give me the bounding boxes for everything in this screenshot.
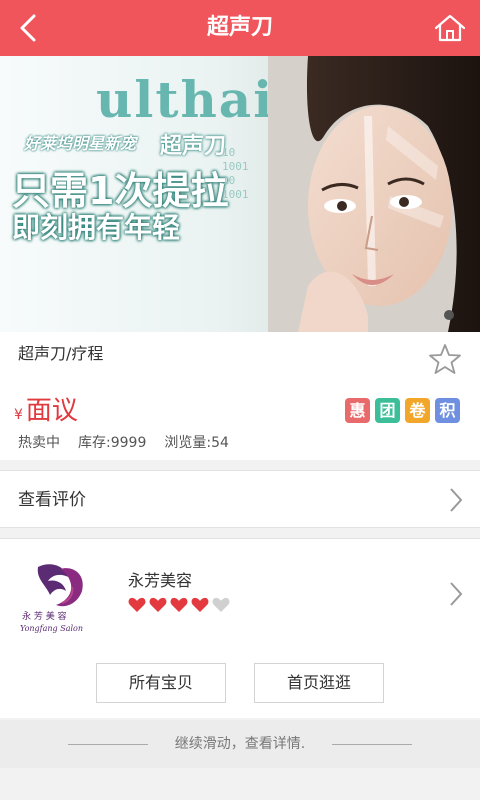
heart-icon-filled bbox=[191, 597, 209, 612]
page-title: 超声刀 bbox=[206, 15, 273, 40]
product-price: ¥ 面议 bbox=[14, 390, 78, 427]
tag-points: 积 bbox=[435, 398, 460, 423]
view-reviews-row[interactable]: 查看评价 bbox=[0, 470, 480, 528]
heart-icon-empty bbox=[212, 597, 230, 612]
shop-home-button[interactable]: 首页逛逛 bbox=[254, 663, 384, 703]
chevron-right-icon bbox=[450, 488, 463, 512]
shop-rating bbox=[128, 597, 230, 613]
promo-tags: 惠 团 卷 积 bbox=[345, 398, 460, 423]
shop-buttons: 所有宝贝 首页逛逛 bbox=[0, 663, 480, 703]
tag-group: 团 bbox=[375, 398, 400, 423]
shop-logo-text-cn: 永 芳 美 容 bbox=[22, 610, 67, 622]
shop-card: 永 芳 美 容 Yongfang Salon 永芳美容 所有宝贝 首页逛逛 bbox=[0, 538, 480, 718]
banner-decor-numbers: 10 1001 10 1001 bbox=[222, 146, 249, 201]
currency-symbol: ¥ bbox=[14, 407, 23, 423]
product-name: 超声刀/疗程 bbox=[18, 344, 104, 363]
model-face-image bbox=[268, 56, 480, 332]
divider-right bbox=[332, 744, 412, 745]
favorite-star-icon[interactable] bbox=[428, 342, 462, 376]
product-meta: 热卖中 库存:9999 浏览量:54 bbox=[18, 432, 229, 452]
view-reviews-label: 查看评价 bbox=[18, 490, 86, 510]
sale-status: 热卖中 bbox=[18, 435, 60, 451]
banner-subtitle-left: 好莱坞明星新宠 bbox=[24, 134, 137, 153]
heart-icon-filled bbox=[149, 597, 167, 612]
banner-subtitle-right: 超声刀 bbox=[160, 134, 227, 159]
shop-logo[interactable]: 永 芳 美 容 Yongfang Salon bbox=[16, 557, 102, 641]
shop-logo-text-en: Yongfang Salon bbox=[20, 624, 83, 633]
shop-name: 永芳美容 bbox=[128, 571, 193, 590]
stock-count: 库存:9999 bbox=[78, 435, 147, 451]
home-icon[interactable] bbox=[430, 8, 470, 48]
chevron-right-icon[interactable] bbox=[446, 579, 466, 609]
product-banner[interactable]: ulthaie 好莱坞明星新宠 超声刀 只需1次提拉 即刻拥有年轻 10 100… bbox=[0, 56, 480, 332]
product-info-card: 超声刀/疗程 ¥ 面议 惠 团 卷 积 热卖中 库存:9999 浏览量:54 bbox=[0, 332, 480, 460]
tag-discount: 惠 bbox=[345, 398, 370, 423]
heart-icon-filled bbox=[170, 597, 188, 612]
app-header: 超声刀 bbox=[0, 0, 480, 56]
all-items-button[interactable]: 所有宝贝 bbox=[96, 663, 226, 703]
heart-icon-filled bbox=[128, 597, 146, 612]
tag-coupon: 卷 bbox=[405, 398, 430, 423]
carousel-indicator-dot[interactable] bbox=[444, 310, 454, 320]
view-count: 浏览量:54 bbox=[164, 435, 229, 451]
scroll-hint-bar: 继续滑动，查看详情. bbox=[0, 720, 480, 768]
banner-headline-2: 即刻拥有年轻 bbox=[12, 211, 181, 244]
price-value: 面议 bbox=[25, 396, 78, 426]
